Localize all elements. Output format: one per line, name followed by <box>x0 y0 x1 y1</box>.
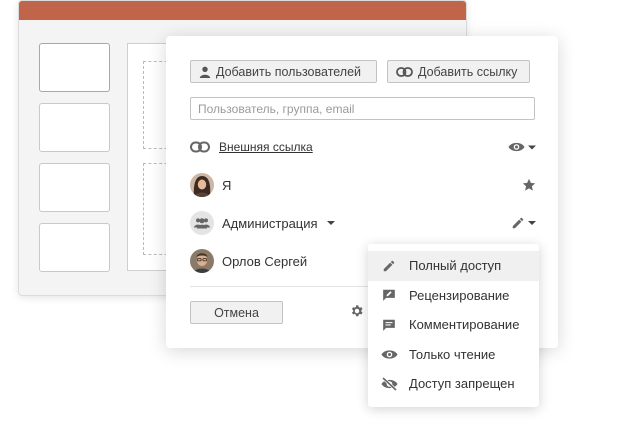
access-dropdown[interactable] <box>508 142 536 153</box>
menu-item-full-access[interactable]: Полный доступ <box>368 251 539 281</box>
avatar <box>190 249 214 273</box>
access-rights-menu: Полный доступ Рецензирование Комментиров… <box>368 244 539 407</box>
owner-indicator <box>522 178 536 192</box>
access-dropdown[interactable] <box>511 216 536 230</box>
menu-item-label: Только чтение <box>409 346 496 362</box>
cancel-label: Отмена <box>214 305 259 320</box>
search-input[interactable] <box>190 97 535 120</box>
settings-button[interactable] <box>350 304 364 323</box>
pencil-icon <box>512 217 524 229</box>
external-link[interactable]: Внешняя ссылка <box>219 140 313 154</box>
gear-icon <box>351 305 363 317</box>
share-row-group: Администрация <box>190 210 536 236</box>
menu-item-no-access[interactable]: Доступ запрещен <box>368 369 539 399</box>
pencil-icon <box>383 260 395 271</box>
link-icon <box>396 66 413 77</box>
add-users-label: Добавить пользователей <box>216 64 362 79</box>
editor-header-bar <box>19 1 466 20</box>
menu-item-comment[interactable]: Комментирование <box>368 310 539 340</box>
slide-thumbnail[interactable] <box>39 103 110 152</box>
user-name: Орлов Сергей <box>222 253 308 269</box>
menu-item-read-only[interactable]: Только чтение <box>368 340 539 370</box>
user-icon <box>199 66 211 78</box>
menu-item-label: Комментирование <box>409 317 520 333</box>
eye-icon <box>508 142 525 152</box>
eye-icon <box>381 350 397 359</box>
comment-icon <box>383 319 395 331</box>
share-row-external-link: Внешняя ссылка <box>190 134 536 160</box>
avatar <box>190 173 214 197</box>
slide-thumbnail[interactable] <box>39 223 110 272</box>
chevron-down-icon[interactable] <box>326 221 335 225</box>
slide-thumbnail[interactable] <box>39 43 110 92</box>
menu-item-review[interactable]: Рецензирование <box>368 281 539 311</box>
group-name[interactable]: Администрация <box>222 216 318 231</box>
star-icon <box>522 178 536 191</box>
user-name: Я <box>222 177 232 193</box>
share-row-user: Я <box>190 172 536 198</box>
slide-thumbnail[interactable] <box>39 163 110 212</box>
link-icon <box>190 141 210 153</box>
group-icon <box>194 218 210 229</box>
cancel-button[interactable]: Отмена <box>190 301 283 324</box>
group-avatar <box>190 211 214 235</box>
add-link-button[interactable]: Добавить ссылку <box>387 60 530 83</box>
add-users-button[interactable]: Добавить пользователей <box>190 60 377 83</box>
chevron-down-icon <box>528 221 536 225</box>
review-icon <box>383 290 395 302</box>
add-link-label: Добавить ссылку <box>418 64 518 79</box>
menu-item-label: Доступ запрещен <box>409 376 515 392</box>
menu-item-label: Полный доступ <box>409 258 502 274</box>
eye-off-icon <box>381 376 397 391</box>
menu-item-label: Рецензирование <box>409 287 510 303</box>
chevron-down-icon <box>528 145 536 149</box>
